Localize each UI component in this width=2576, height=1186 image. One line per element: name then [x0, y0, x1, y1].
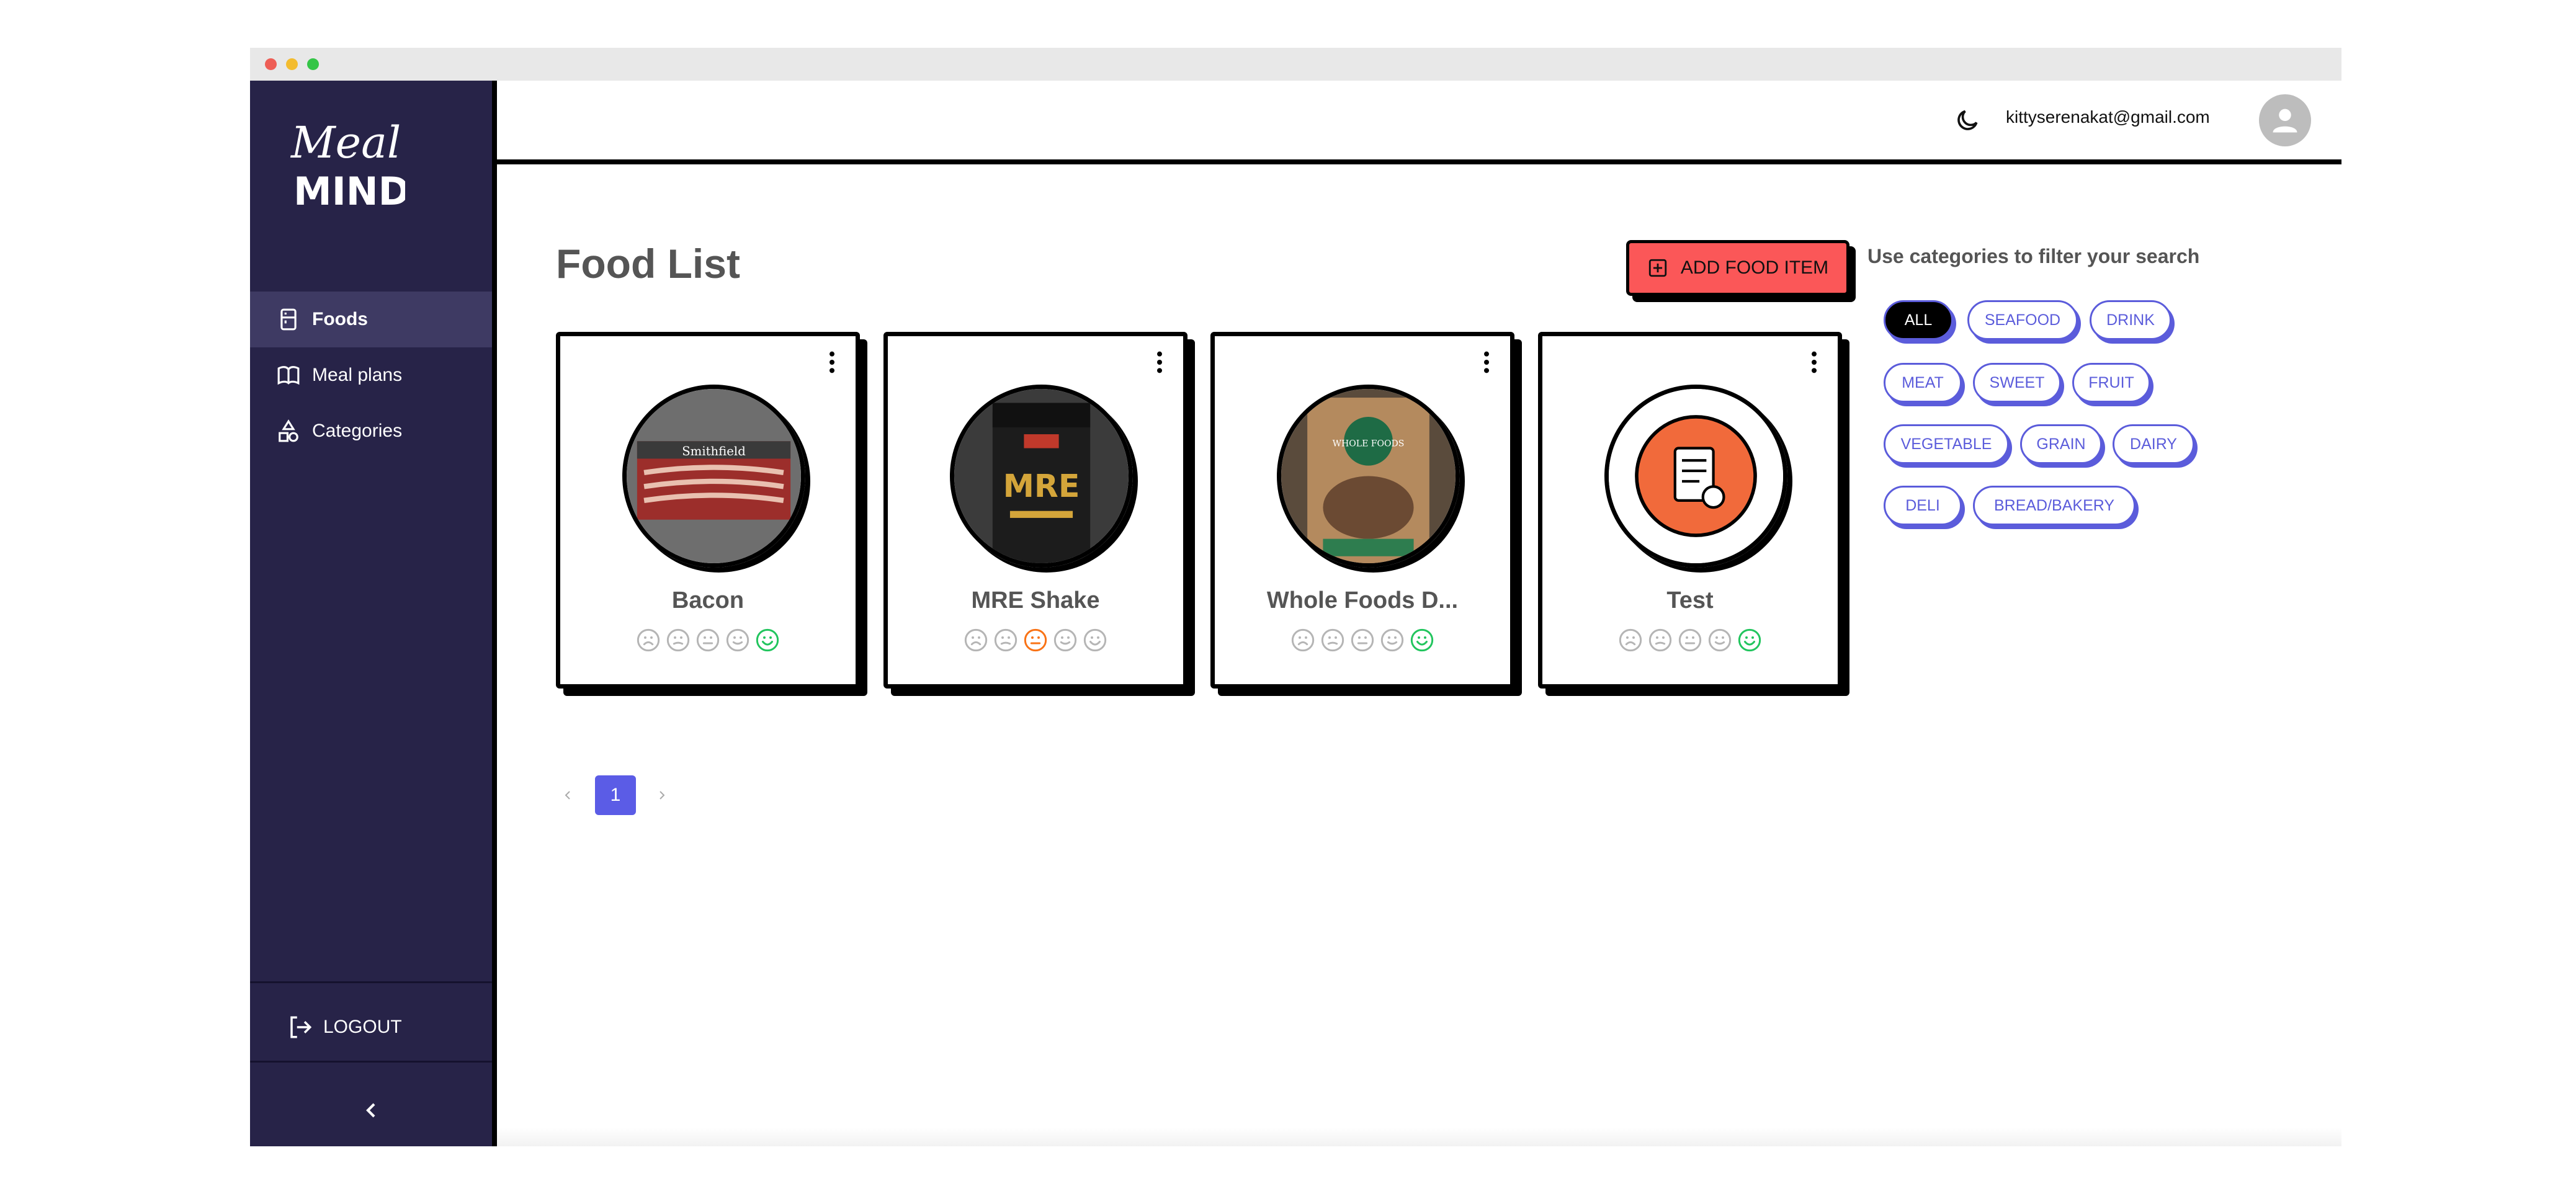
happy-face-icon[interactable] [725, 628, 750, 653]
sidebar-item-foods[interactable]: Foods [250, 292, 492, 347]
add-food-item-label: ADD FOOD ITEM [1680, 257, 1829, 278]
page-title: Food List [556, 241, 740, 287]
very-sad-face-icon[interactable] [1618, 628, 1643, 653]
maximize-window-icon[interactable] [307, 58, 319, 70]
more-vertical-icon[interactable] [826, 350, 838, 375]
category-chip-seafood[interactable]: SEAFOOD [1967, 300, 2078, 340]
svg-text:MRE: MRE [1003, 468, 1080, 504]
happy-face-icon[interactable] [1380, 628, 1405, 653]
sad-face-icon[interactable] [1320, 628, 1345, 653]
food-card-whole-foods[interactable]: WHOLE FOODS Whole Foods D... [1210, 332, 1514, 689]
category-chip-drink[interactable]: DRINK [2090, 300, 2171, 340]
category-chip-all[interactable]: ALL [1884, 300, 1953, 340]
category-chip-vegetable[interactable]: VEGETABLE [1884, 424, 2009, 464]
food-name: Test [1666, 587, 1714, 613]
category-chip-dairy[interactable]: DAIRY [2113, 424, 2194, 464]
category-chip-bread-bakery[interactable]: BREAD/BAKERY [1973, 486, 2135, 525]
minimize-window-icon[interactable] [286, 58, 298, 70]
page-button-current[interactable]: 1 [595, 775, 636, 815]
sad-face-icon[interactable] [1648, 628, 1673, 653]
moon-icon[interactable] [1954, 107, 1981, 134]
very-sad-face-icon[interactable] [964, 628, 988, 653]
bacon-photo: Smithfield [622, 385, 805, 568]
placeholder-food-icon [1604, 385, 1787, 568]
previous-page-icon[interactable] [560, 788, 575, 803]
logout-label: LOGOUT [323, 1017, 402, 1037]
food-name: Whole Foods D... [1266, 587, 1459, 613]
logout-button[interactable]: LOGOUT [287, 1014, 402, 1040]
neutral-face-icon[interactable] [1350, 628, 1375, 653]
sidebar-item-meal-plans[interactable]: Meal plans [250, 347, 492, 403]
category-chip-meat[interactable]: MEAT [1884, 363, 1962, 403]
category-chip-grain[interactable]: GRAIN [2020, 424, 2102, 464]
sidebar-item-label: Categories [312, 421, 403, 441]
food-card-mre-shake[interactable]: MRE MRE Shake [883, 332, 1187, 689]
category-chip-deli[interactable]: DELI [1884, 486, 1962, 525]
plus-square-icon [1648, 259, 1666, 277]
logo-text-bottom: MIND [293, 169, 405, 212]
sidebar-item-label: Meal plans [312, 365, 403, 385]
whole-foods-photo: WHOLE FOODS [1277, 385, 1460, 568]
sidebar-divider [250, 1061, 492, 1063]
sidebar-divider [250, 981, 492, 983]
window-titlebar [250, 48, 2341, 81]
category-chip-sweet[interactable]: SWEET [1973, 363, 2061, 403]
more-vertical-icon[interactable] [1480, 350, 1493, 375]
very-happy-face-icon[interactable] [1410, 628, 1434, 653]
food-card-test[interactable]: Test [1538, 332, 1842, 689]
rating-faces [560, 628, 856, 653]
food-card-bacon[interactable]: Smithfield Bacon [556, 332, 860, 689]
sidebar: Meal MIND Foods Meal plans Categories LO… [250, 81, 492, 1146]
logo-text-top: Meal [290, 117, 401, 168]
add-food-item-button[interactable]: ADD FOOD ITEM [1626, 240, 1849, 296]
svg-text:WHOLE FOODS: WHOLE FOODS [1333, 439, 1405, 449]
very-happy-face-icon[interactable] [1737, 628, 1762, 653]
filter-title: Use categories to filter your search [1867, 245, 2200, 267]
rating-faces [888, 628, 1183, 653]
rating-faces [1542, 628, 1838, 653]
book-icon [276, 363, 301, 388]
svg-text:Smithfield: Smithfield [682, 444, 746, 458]
user-avatar-icon[interactable] [2259, 94, 2311, 146]
very-happy-face-icon[interactable] [1083, 628, 1107, 653]
content-bottom-edge [497, 1127, 2341, 1146]
sidebar-item-categories[interactable]: Categories [250, 403, 492, 459]
more-vertical-icon[interactable] [1808, 350, 1820, 375]
food-name: MRE Shake [971, 587, 1100, 613]
mre-shake-photo: MRE [950, 385, 1133, 568]
category-chip-fruit[interactable]: FRUIT [2072, 363, 2150, 403]
top-bar-border [497, 159, 2341, 164]
logout-icon [290, 1016, 312, 1038]
close-window-icon[interactable] [265, 58, 277, 70]
neutral-face-icon[interactable] [695, 628, 720, 653]
meal-mind-logo: Meal MIND [287, 113, 410, 214]
sad-face-icon[interactable] [666, 628, 691, 653]
sidebar-item-label: Foods [312, 309, 368, 329]
next-page-icon[interactable] [655, 788, 669, 803]
neutral-face-icon[interactable] [1678, 628, 1702, 653]
chevron-left-icon[interactable] [359, 1098, 383, 1123]
fridge-icon [276, 307, 301, 332]
food-name: Bacon [671, 587, 745, 613]
user-email: kittyserenakat@gmail.com [2006, 107, 2210, 127]
happy-face-icon[interactable] [1053, 628, 1078, 653]
more-vertical-icon[interactable] [1153, 350, 1166, 375]
happy-face-icon[interactable] [1707, 628, 1732, 653]
neutral-face-icon[interactable] [1023, 628, 1048, 653]
very-sad-face-icon[interactable] [636, 628, 661, 653]
shapes-icon [276, 419, 301, 444]
sad-face-icon[interactable] [993, 628, 1018, 653]
very-happy-face-icon[interactable] [755, 628, 780, 653]
very-sad-face-icon[interactable] [1290, 628, 1315, 653]
rating-faces [1215, 628, 1510, 653]
app-window: Meal MIND Foods Meal plans Categories LO… [250, 48, 2341, 1146]
sidebar-border [492, 81, 497, 1146]
